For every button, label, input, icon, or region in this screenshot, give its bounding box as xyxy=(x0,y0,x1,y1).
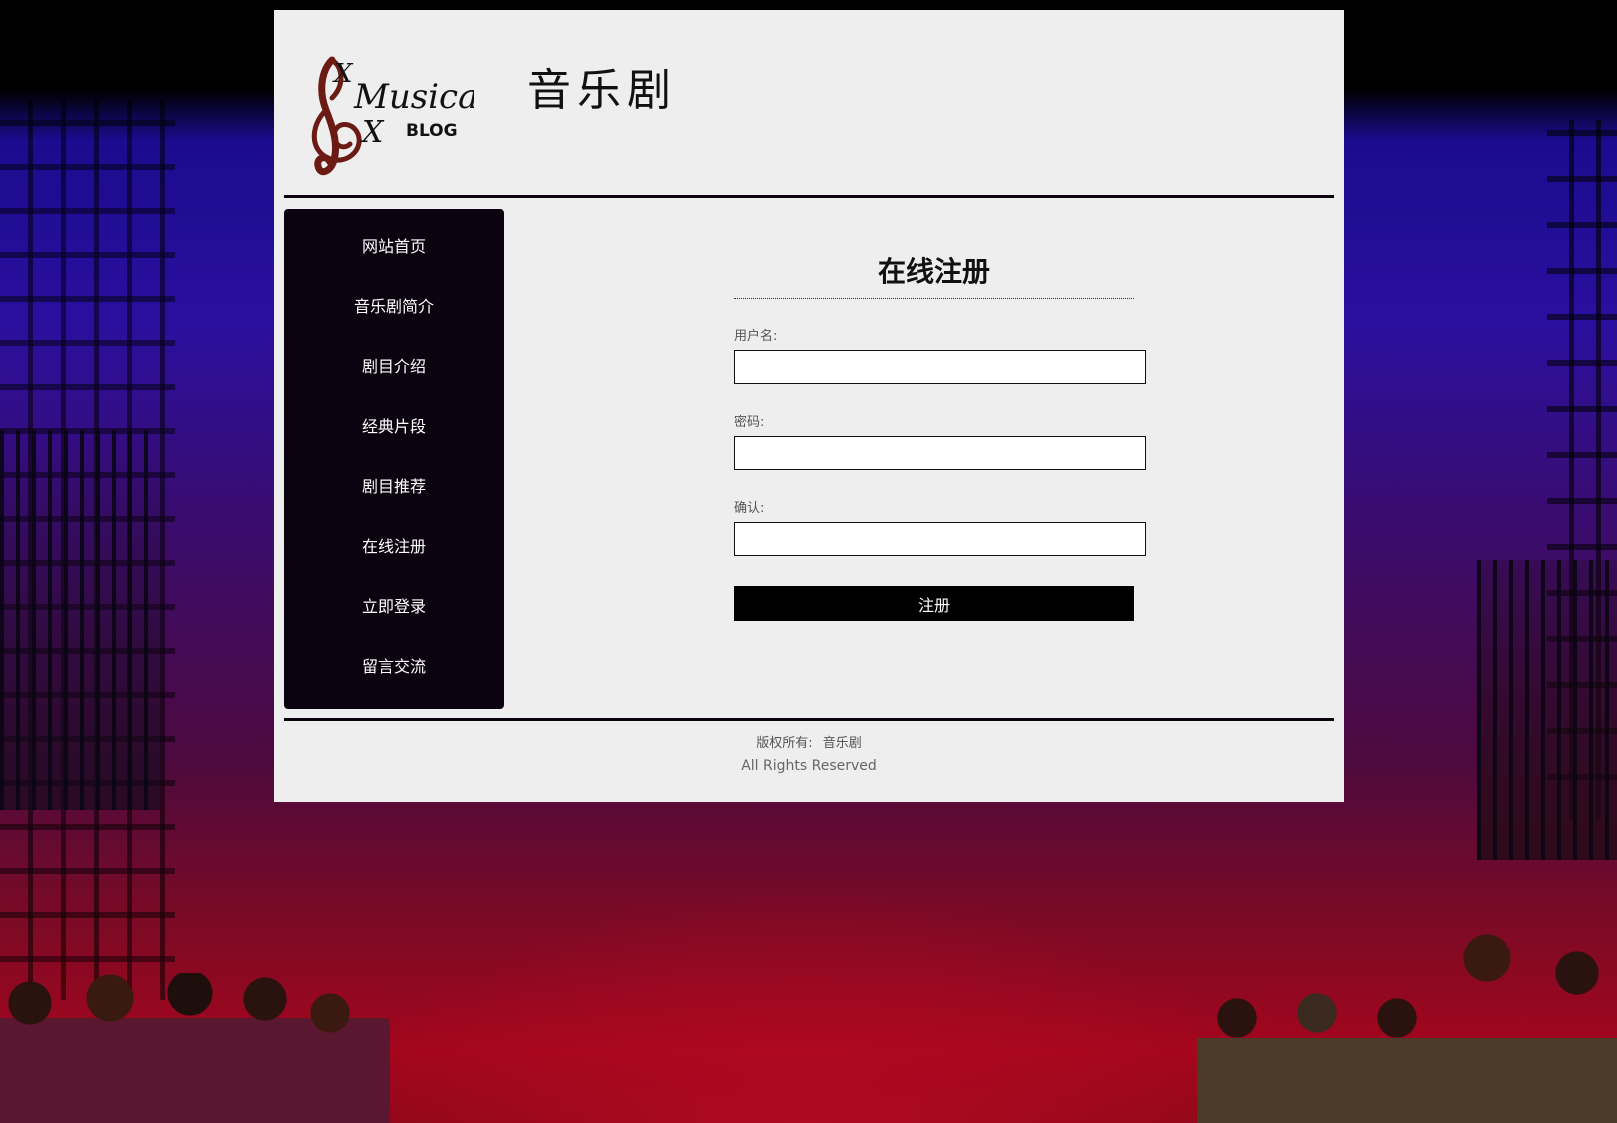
copyright-line: 版权所有: 音乐剧 xyxy=(274,733,1344,755)
nav-item-intro: 音乐剧简介 xyxy=(284,277,504,337)
nav-link-register[interactable]: 在线注册 xyxy=(362,537,426,556)
copyright-label: 版权所有: xyxy=(756,736,813,751)
nav-link-login[interactable]: 立即登录 xyxy=(362,597,426,616)
svg-text:X: X xyxy=(360,115,385,150)
password-input[interactable] xyxy=(734,436,1146,470)
copyright-owner: 音乐剧 xyxy=(822,736,862,751)
register-button[interactable]: 注册 xyxy=(734,586,1134,621)
nav-link-classics[interactable]: 经典片段 xyxy=(362,417,426,436)
musical-blog-logo: X Musical X BLOG xyxy=(311,56,474,176)
page-container: X Musical X BLOG 音乐剧 网站首页 音乐剧简介 剧目介绍 经典片… xyxy=(274,10,1344,802)
form-title: 在线注册 xyxy=(734,250,1134,299)
site-footer: 版权所有: 音乐剧 All Rights Reserved xyxy=(274,733,1344,777)
stage-balcony-left xyxy=(0,430,160,810)
nav-link-recommend[interactable]: 剧目推荐 xyxy=(362,477,426,496)
stage-balcony-right xyxy=(1477,560,1617,860)
performers-right xyxy=(1197,923,1617,1123)
nav-item-recommend: 剧目推荐 xyxy=(284,457,504,517)
nav-item-classics: 经典片段 xyxy=(284,397,504,457)
nav-item-repertoire: 剧目介绍 xyxy=(284,337,504,397)
stage-scaffold-left xyxy=(0,100,175,1000)
confirm-password-label: 确认: xyxy=(734,501,765,516)
nav-item-login: 立即登录 xyxy=(284,577,504,637)
password-label: 密码: xyxy=(734,415,765,430)
nav-link-home[interactable]: 网站首页 xyxy=(362,237,426,256)
svg-text:BLOG: BLOG xyxy=(406,121,458,141)
nav-link-intro[interactable]: 音乐剧简介 xyxy=(354,297,434,316)
svg-text:Musical: Musical xyxy=(353,77,474,117)
register-form: 在线注册 用户名: 密码: 确认: 注册 xyxy=(734,250,1154,621)
svg-text:X: X xyxy=(332,59,354,89)
rights-reserved: All Rights Reserved xyxy=(741,758,877,774)
nav-link-messages[interactable]: 留言交流 xyxy=(362,657,426,676)
header-divider xyxy=(284,195,1334,198)
username-input[interactable] xyxy=(734,350,1146,384)
site-title: 音乐剧 xyxy=(527,65,677,116)
site-header: X Musical X BLOG 音乐剧 xyxy=(274,10,1344,196)
nav-item-messages: 留言交流 xyxy=(284,637,504,697)
footer-divider xyxy=(284,718,1334,721)
sidebar-nav: 网站首页 音乐剧简介 剧目介绍 经典片段 剧目推荐 在线注册 立即登录 留言交流 xyxy=(284,209,504,709)
nav-link-repertoire[interactable]: 剧目介绍 xyxy=(362,357,426,376)
nav-item-register: 在线注册 xyxy=(284,517,504,577)
confirm-password-input[interactable] xyxy=(734,522,1146,556)
performers-left xyxy=(0,973,390,1123)
username-label: 用户名: xyxy=(734,329,778,344)
nav-item-home: 网站首页 xyxy=(284,217,504,277)
stage-scaffold-right xyxy=(1547,120,1617,820)
